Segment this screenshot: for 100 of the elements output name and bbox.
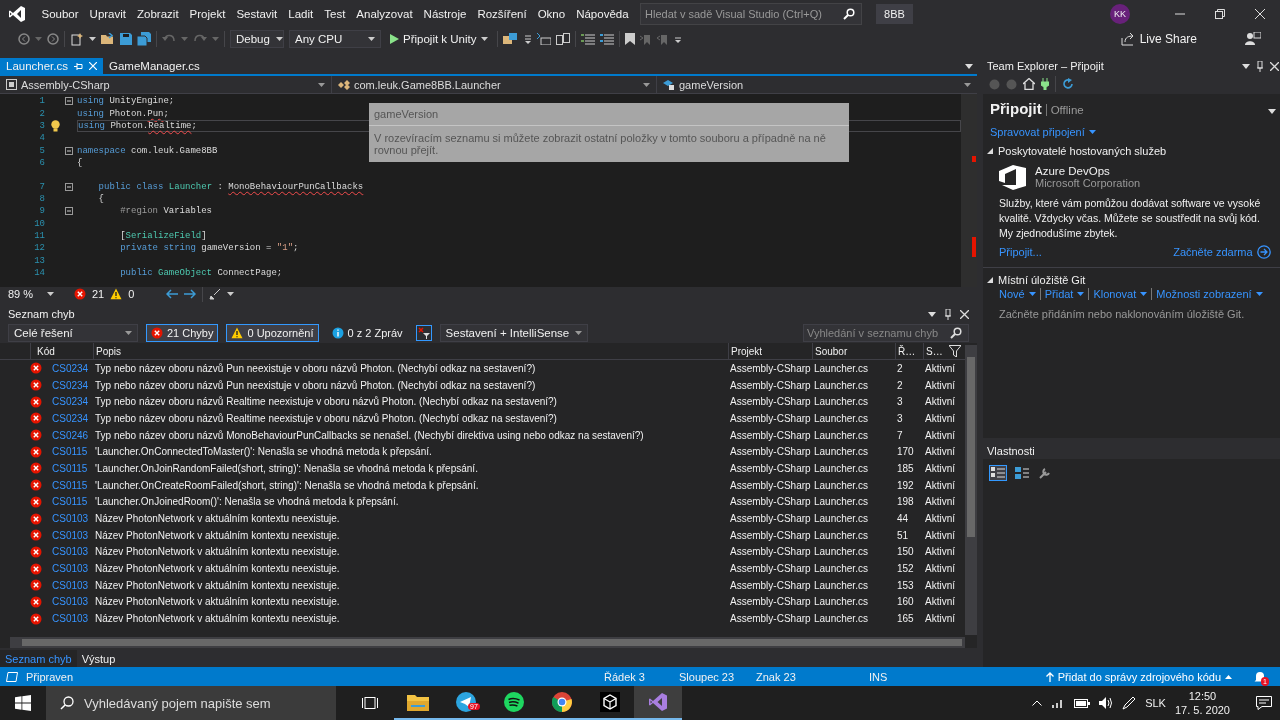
section-title[interactable]: Poskytovatelé hostovaných služeb bbox=[998, 145, 1167, 157]
panel-tab[interactable]: Výstup bbox=[76, 650, 121, 667]
next-bookmark-icon[interactable] bbox=[656, 33, 669, 45]
project-dropdown[interactable]: Assembly-CSharp bbox=[0, 76, 332, 93]
get-started-link[interactable]: Začněte zdarma bbox=[1173, 245, 1271, 259]
prev-bookmark-icon[interactable] bbox=[639, 33, 652, 45]
pin-icon[interactable] bbox=[944, 308, 952, 320]
close-icon[interactable] bbox=[1255, 9, 1265, 19]
column-header[interactable]: Ř… bbox=[898, 345, 916, 357]
menu-item[interactable]: Nápověda bbox=[570, 8, 635, 20]
open-folder-icon[interactable] bbox=[101, 33, 115, 45]
collapse-icon[interactable] bbox=[65, 207, 73, 216]
uncomment-icon[interactable] bbox=[599, 33, 614, 45]
error-code-link[interactable]: CS0234 bbox=[52, 412, 93, 424]
error-code-link[interactable]: CS0115 bbox=[52, 496, 93, 508]
menu-item[interactable]: Analyzovat bbox=[350, 8, 419, 20]
battery-icon[interactable] bbox=[1074, 698, 1091, 708]
error-count[interactable]: 21 bbox=[92, 287, 105, 300]
error-code-link[interactable]: CS0115 bbox=[52, 462, 93, 474]
run-button[interactable]: Připojit k Unity bbox=[386, 33, 492, 45]
connect-link[interactable]: Připojit... bbox=[999, 246, 1042, 258]
overflow-icon[interactable] bbox=[673, 34, 682, 44]
comment-icon[interactable] bbox=[580, 33, 595, 45]
clock[interactable]: 12:50 17. 5. 2020 bbox=[1174, 689, 1230, 717]
git-action-link[interactable]: Klonovat bbox=[1089, 288, 1153, 300]
menu-item[interactable]: Rozšíření bbox=[471, 8, 533, 20]
error-code-link[interactable]: CS0103 bbox=[52, 546, 93, 558]
filter-toggle[interactable]: 21 Chyby bbox=[146, 323, 219, 342]
alphabetical-icon[interactable] bbox=[1015, 467, 1029, 479]
find-in-files-icon[interactable] bbox=[502, 32, 519, 46]
clear-filter-icon[interactable] bbox=[415, 324, 432, 341]
outdent-icon[interactable] bbox=[536, 33, 551, 45]
search-field[interactable]: Vyhledání v seznamu chyb bbox=[803, 323, 969, 342]
error-code-link[interactable]: CS0103 bbox=[52, 596, 93, 608]
document-tab[interactable]: GameManager.cs bbox=[103, 58, 206, 74]
error-code-link[interactable]: CS0246 bbox=[52, 429, 93, 441]
error-code-link[interactable]: CS0234 bbox=[52, 396, 93, 408]
member-dropdown[interactable]: gameVersion bbox=[657, 76, 977, 93]
forward-icon[interactable] bbox=[184, 288, 197, 299]
task-view-icon[interactable] bbox=[362, 696, 378, 710]
filter-toggle[interactable]: 0 Upozornění bbox=[226, 323, 319, 342]
menu-item[interactable]: Ladit bbox=[282, 8, 319, 20]
page-menu-icon[interactable] bbox=[1267, 109, 1276, 114]
pin-icon[interactable] bbox=[1255, 60, 1264, 72]
menu-item[interactable]: Upravit bbox=[84, 8, 132, 20]
error-code-link[interactable]: CS0115 bbox=[52, 479, 93, 491]
overflow-icon[interactable] bbox=[523, 34, 532, 44]
zoom-level[interactable]: 89 % bbox=[8, 287, 34, 300]
error-code-link[interactable]: CS0103 bbox=[52, 529, 93, 541]
close-icon[interactable] bbox=[960, 309, 969, 319]
live-share-button[interactable]: Live Share bbox=[1114, 31, 1203, 47]
menu-item[interactable]: Projekt bbox=[184, 8, 231, 20]
save-icon[interactable] bbox=[120, 33, 132, 45]
column-header[interactable]: Kód bbox=[30, 343, 93, 359]
column-header[interactable]: Projekt bbox=[731, 345, 763, 357]
git-action-link[interactable]: Možnosti zobrazení bbox=[1152, 288, 1267, 300]
windows-logo-icon[interactable] bbox=[15, 695, 31, 711]
collapse-icon[interactable] bbox=[65, 146, 73, 155]
vertical-scrollbar[interactable] bbox=[965, 345, 977, 635]
warning-count[interactable]: 0 bbox=[128, 287, 135, 300]
taskbar-search-box[interactable]: Vyhledávaný pojem napište sem bbox=[46, 686, 336, 720]
horizontal-scrollbar[interactable] bbox=[10, 637, 965, 648]
error-code-link[interactable]: CS0115 bbox=[52, 446, 93, 458]
column-header[interactable]: Soubor bbox=[815, 345, 848, 357]
error-code-link[interactable]: CS0103 bbox=[52, 513, 93, 525]
search-field[interactable]: Hledat v sadě Visual Studio (Ctrl+Q) bbox=[640, 3, 863, 25]
platform-dropdown[interactable]: Any CPU bbox=[289, 30, 381, 48]
taskbar-app[interactable] bbox=[634, 686, 682, 720]
manage-connections-link[interactable]: Spravovat připojení bbox=[990, 126, 1096, 138]
git-action-link[interactable]: Nové bbox=[999, 288, 1041, 300]
panel-tab[interactable]: Seznam chyb bbox=[0, 650, 77, 667]
home-icon[interactable] bbox=[1023, 78, 1035, 90]
menu-item[interactable]: Sestavit bbox=[230, 8, 283, 20]
refresh-icon[interactable] bbox=[1062, 78, 1074, 90]
volume-icon[interactable] bbox=[1099, 697, 1114, 709]
save-all-icon[interactable] bbox=[137, 32, 151, 46]
account-avatar[interactable]: KK bbox=[1110, 4, 1130, 24]
caret-up-icon[interactable] bbox=[1032, 700, 1043, 706]
collapse-icon[interactable] bbox=[65, 182, 73, 191]
error-code-link[interactable]: CS0103 bbox=[52, 613, 93, 625]
back-icon[interactable] bbox=[166, 288, 179, 299]
wrench-icon[interactable] bbox=[1039, 467, 1051, 479]
lightbulb-icon[interactable] bbox=[50, 119, 60, 132]
scope-dropdown[interactable]: Celé řešení bbox=[8, 323, 138, 342]
menu-item[interactable]: Zobrazit bbox=[131, 8, 185, 20]
brush-icon[interactable] bbox=[209, 287, 222, 300]
panel-menu-icon[interactable] bbox=[1241, 63, 1250, 69]
input-language[interactable]: SLK bbox=[1145, 697, 1166, 709]
split-icon[interactable] bbox=[555, 33, 570, 45]
new-project-icon[interactable] bbox=[70, 32, 84, 46]
column-header[interactable]: S… bbox=[926, 345, 943, 357]
back-icon[interactable] bbox=[18, 33, 30, 45]
column-header[interactable]: Popis bbox=[96, 345, 121, 357]
type-dropdown[interactable]: com.leuk.Game8BB.Launcher bbox=[332, 76, 657, 93]
filter-icon[interactable] bbox=[948, 345, 961, 357]
source-dropdown[interactable]: Sestavení + IntelliSense bbox=[439, 323, 589, 342]
menu-item[interactable]: Nástroje bbox=[418, 8, 472, 20]
forward-icon[interactable] bbox=[47, 33, 59, 45]
menu-item[interactable]: Okno bbox=[532, 8, 571, 20]
categorized-icon[interactable] bbox=[991, 467, 1005, 479]
